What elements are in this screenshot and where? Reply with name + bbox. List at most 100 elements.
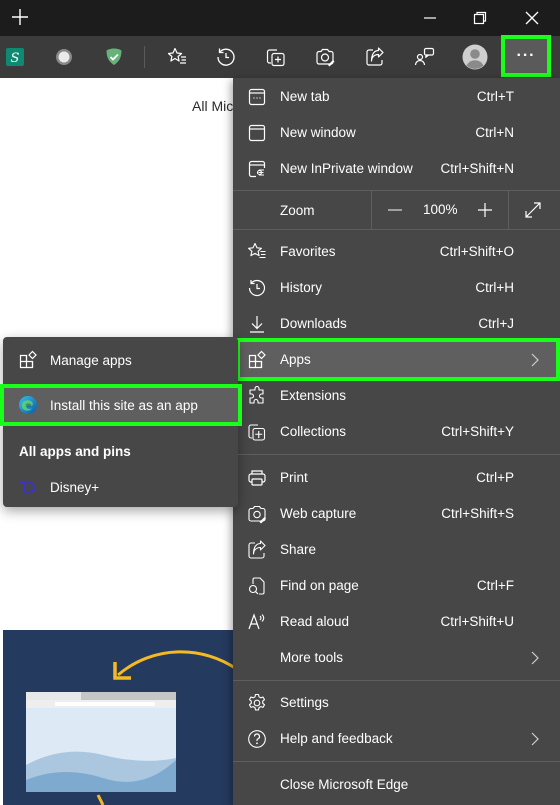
menu-item-label: Find on page bbox=[280, 578, 359, 593]
zoom-control: Zoom 100% bbox=[233, 191, 560, 229]
menu-divider bbox=[233, 680, 560, 681]
menu-item-more-tools[interactable]: More tools bbox=[233, 640, 560, 676]
share-icon bbox=[248, 540, 266, 559]
edge-logo-icon bbox=[19, 396, 37, 414]
submenu-item-install-site-as-app[interactable]: Install this site as an app bbox=[3, 387, 238, 423]
menu-item-favorites[interactable]: Favorites Ctrl+Shift+O bbox=[233, 234, 560, 270]
menu-item-label: Print bbox=[280, 470, 308, 485]
submenu-item-label: Manage apps bbox=[50, 353, 132, 368]
menu-item-new-window[interactable]: New window Ctrl+N bbox=[233, 115, 560, 151]
menu-item-label: New tab bbox=[280, 89, 330, 104]
web-capture-icon bbox=[248, 505, 266, 524]
menu-item-label: New InPrivate window bbox=[280, 161, 413, 176]
collections-button[interactable] bbox=[261, 42, 291, 72]
submenu-item-manage-apps[interactable]: Manage apps bbox=[3, 342, 238, 378]
menu-item-find-on-page[interactable]: Find on page Ctrl+F bbox=[233, 568, 560, 604]
menu-item-label: Settings bbox=[280, 695, 329, 710]
menu-item-share[interactable]: Share bbox=[233, 532, 560, 568]
adguard-shield-icon bbox=[106, 48, 122, 65]
submenu-item-label: Disney+ bbox=[50, 480, 100, 495]
minimize-icon bbox=[424, 17, 436, 19]
chevron-right-icon bbox=[531, 651, 539, 665]
settings-and-more-button[interactable]: ··· bbox=[501, 35, 551, 77]
menu-item-label: Downloads bbox=[280, 316, 347, 331]
menu-item-apps[interactable]: Apps bbox=[233, 342, 560, 378]
menu-item-downloads[interactable]: Downloads Ctrl+J bbox=[233, 306, 560, 342]
chevron-right-icon bbox=[531, 353, 539, 367]
favorites-icon bbox=[248, 242, 266, 259]
web-capture-button[interactable] bbox=[310, 42, 340, 72]
disney-plus-icon bbox=[19, 480, 36, 493]
share-button[interactable] bbox=[360, 42, 390, 72]
history-icon bbox=[248, 279, 266, 297]
record-extension-icon bbox=[56, 49, 72, 65]
menu-item-label: Web capture bbox=[280, 506, 357, 521]
menu-item-label: Apps bbox=[280, 352, 311, 367]
profile-button[interactable] bbox=[460, 42, 490, 72]
full-screen-button[interactable] bbox=[521, 199, 545, 221]
new-tab-button[interactable] bbox=[8, 4, 32, 30]
menu-item-collections[interactable]: Collections Ctrl+Shift+Y bbox=[233, 414, 560, 450]
web-capture-icon bbox=[316, 48, 335, 67]
extension-adguard-button[interactable] bbox=[99, 42, 129, 72]
menu-item-shortcut: Ctrl+Shift+O bbox=[439, 244, 514, 259]
menu-item-shortcut: Ctrl+Shift+S bbox=[441, 506, 514, 521]
menu-item-label: New window bbox=[280, 125, 356, 140]
feedback-button[interactable] bbox=[410, 42, 440, 72]
menu-item-extensions[interactable]: Extensions bbox=[233, 378, 560, 414]
zoom-out-button[interactable] bbox=[383, 199, 407, 221]
extension-stylus-button[interactable]: S bbox=[0, 42, 30, 72]
feedback-icon bbox=[414, 47, 435, 66]
menu-item-label: Close Microsoft Edge bbox=[280, 777, 409, 792]
menu-item-print[interactable]: Print Ctrl+P bbox=[233, 460, 560, 496]
menu-item-shortcut: Ctrl+N bbox=[475, 125, 514, 140]
new-tab-icon bbox=[248, 88, 266, 106]
menu-item-label: Collections bbox=[280, 424, 347, 439]
menu-item-shortcut: Ctrl+H bbox=[475, 280, 514, 295]
menu-item-shortcut: Ctrl+T bbox=[476, 89, 514, 104]
menu-item-label: More tools bbox=[280, 650, 344, 665]
menu-item-label: Share bbox=[280, 542, 317, 557]
submenu-item-disney-plus[interactable]: Disney+ bbox=[3, 469, 238, 505]
menu-item-settings[interactable]: Settings bbox=[233, 685, 560, 721]
title-bar bbox=[0, 0, 560, 36]
restore-icon bbox=[473, 11, 487, 25]
print-icon bbox=[248, 470, 266, 486]
more-dots-icon: ··· bbox=[516, 47, 536, 64]
history-icon bbox=[217, 48, 235, 66]
read-aloud-icon bbox=[248, 613, 265, 630]
menu-item-new-inprivate-window[interactable]: New InPrivate window Ctrl+Shift+N bbox=[233, 151, 560, 187]
menu-divider bbox=[233, 761, 560, 762]
menu-item-read-aloud[interactable]: Read aloud Ctrl+Shift+U bbox=[233, 604, 560, 640]
extension-record-button[interactable] bbox=[49, 42, 79, 72]
zoom-in-button[interactable] bbox=[473, 199, 497, 221]
menu-item-close-edge[interactable]: Close Microsoft Edge bbox=[233, 767, 560, 803]
minimize-button[interactable] bbox=[405, 0, 455, 36]
install-app-illustration bbox=[3, 630, 238, 805]
favorites-button[interactable] bbox=[162, 42, 192, 72]
history-button[interactable] bbox=[211, 42, 241, 72]
restore-button[interactable] bbox=[455, 0, 505, 36]
menu-item-help-and-feedback[interactable]: Help and feedback bbox=[233, 721, 560, 757]
menu-item-label: Favorites bbox=[280, 244, 336, 259]
submenu-item-label: Install this site as an app bbox=[50, 398, 198, 413]
menu-divider bbox=[233, 229, 560, 230]
menu-item-label: Help and feedback bbox=[280, 731, 393, 746]
menu-item-web-capture[interactable]: Web capture Ctrl+Shift+S bbox=[233, 496, 560, 532]
close-button[interactable] bbox=[507, 0, 557, 36]
menu-divider bbox=[233, 454, 560, 455]
minus-icon bbox=[388, 209, 402, 211]
menu-item-shortcut: Ctrl+P bbox=[476, 470, 514, 485]
download-icon bbox=[250, 316, 264, 333]
menu-item-shortcut: Ctrl+Shift+Y bbox=[441, 424, 514, 439]
inprivate-icon bbox=[248, 160, 266, 178]
menu-item-label: Read aloud bbox=[280, 614, 350, 629]
page-heading: All Mic bbox=[192, 98, 234, 114]
menu-item-history[interactable]: History Ctrl+H bbox=[233, 270, 560, 306]
menu-item-new-tab[interactable]: New tab Ctrl+T bbox=[233, 79, 560, 115]
help-icon bbox=[248, 730, 266, 748]
stylus-extension-icon: S bbox=[6, 48, 24, 66]
apps-icon bbox=[19, 350, 37, 369]
find-icon bbox=[248, 577, 265, 595]
menu-item-shortcut: Ctrl+Shift+U bbox=[440, 614, 514, 629]
